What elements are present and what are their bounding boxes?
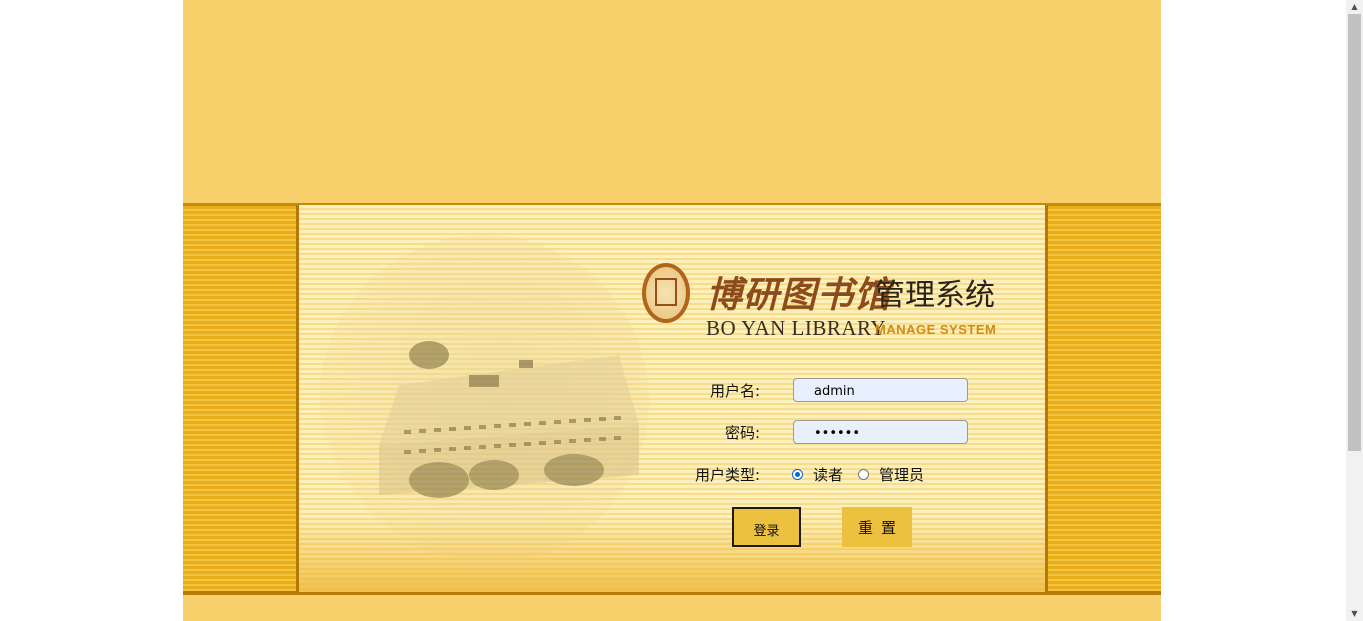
login-panel: 博研图书馆 管理系统 BO YAN LIBRARY MANAGE SYSTEM … [296,205,1048,592]
chevron-down-icon[interactable]: ▼ [1346,607,1363,621]
vertical-scrollbar[interactable]: ▲ ▼ [1346,0,1363,621]
username-label: 用户名: [709,382,760,400]
logo-english-subtitle: MANAGE SYSTEM [875,322,997,337]
library-seal-icon [642,263,690,323]
login-page: 博研图书馆 管理系统 BO YAN LIBRARY MANAGE SYSTEM … [183,0,1161,621]
user-type-radio-group: 读者 管理员 [792,463,939,485]
password-input[interactable] [793,420,968,444]
username-input[interactable] [793,378,968,402]
scrollbar-thumb[interactable] [1348,14,1361,451]
chevron-up-icon[interactable]: ▲ [1346,0,1363,14]
seal-inner-frame [655,278,677,306]
admin-radio[interactable] [858,468,870,480]
user-type-label: 用户类型: [694,466,760,484]
building-image [379,341,639,498]
password-label: 密码: [724,424,760,442]
library-logo: 博研图书馆 管理系统 BO YAN LIBRARY MANAGE SYSTEM [642,260,1002,342]
reader-radio[interactable] [792,468,803,480]
library-building-illustration [319,235,649,565]
logo-chinese-subtitle: 管理系统 [875,278,995,313]
login-button[interactable]: 登录 [732,507,801,547]
reset-button[interactable]: 重置 [842,507,912,547]
logo-chinese-title: 博研图书馆 [706,274,892,316]
admin-radio-label[interactable]: 管理员 [879,464,924,485]
reader-radio-label[interactable]: 读者 [813,464,843,485]
logo-english-title: BO YAN LIBRARY [706,316,887,340]
